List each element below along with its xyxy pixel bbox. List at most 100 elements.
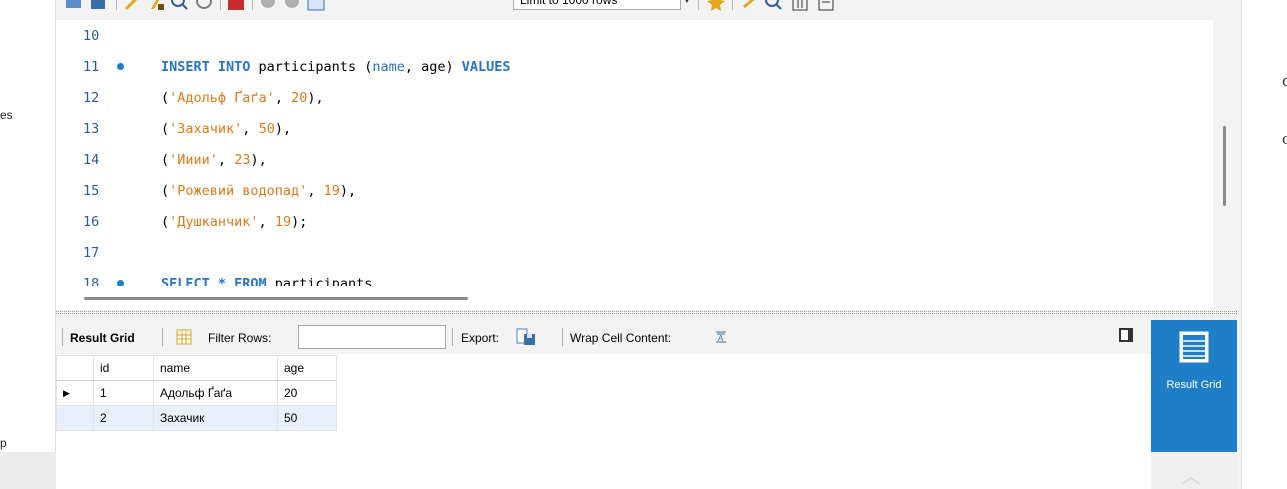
code-text: ('Рожевий водопад', 19), — [161, 183, 356, 199]
sql-punct: ); — [291, 214, 308, 230]
result-grid-side-label: Result Grid — [1151, 379, 1237, 391]
statement-marker-icon — [117, 63, 124, 70]
sql-number: 19 — [274, 214, 292, 230]
sidebar-fragment: d — [1282, 72, 1287, 90]
cell-name[interactable]: Захачик — [153, 405, 278, 431]
sql-punct: ), — [307, 90, 324, 106]
sidebar-fragment: c — [1282, 130, 1287, 148]
sql-string: 'Ииии' — [169, 152, 218, 168]
sql-punct: , — [307, 183, 324, 199]
editor-line: 17 — [56, 245, 1213, 265]
grid-view-icon[interactable] — [176, 329, 192, 345]
line-number: 18 — [83, 276, 100, 286]
result-grid[interactable]: id name age ▶ 1 Адольф Ґаґа 20 2 Захачик… — [56, 354, 1151, 489]
column-header[interactable]: id — [93, 355, 154, 381]
toolbar-separator — [698, 0, 699, 10]
editor-line: 15 ('Рожевий водопад', 19), — [56, 183, 1213, 203]
open-file-icon[interactable] — [64, 0, 84, 12]
find-icon[interactable] — [764, 0, 784, 12]
sql-punct: ( — [161, 183, 170, 199]
chevron-up-icon[interactable]: ︿ — [1181, 460, 1201, 489]
toggle-sidebar-icon[interactable] — [1119, 328, 1133, 342]
line-number: 13 — [83, 121, 100, 137]
result-grid-tab-label[interactable]: Result Grid — [70, 331, 135, 345]
current-row-arrow-icon: ▶ — [56, 380, 94, 406]
sidebar-panel: d c — [1241, 0, 1287, 489]
sql-column: name — [372, 59, 405, 75]
result-grid-side-tab[interactable]: Result Grid — [1151, 320, 1237, 452]
chevron-down-icon[interactable]: ▼ — [683, 0, 691, 5]
explain-icon[interactable] — [170, 0, 190, 12]
sql-string: 'Рожевий водопад' — [169, 183, 308, 199]
execute-current-icon[interactable] — [146, 0, 166, 12]
execute-icon[interactable] — [122, 0, 142, 12]
cell-id[interactable]: 2 — [93, 405, 154, 431]
row-indicator-header — [56, 355, 94, 381]
result-side-panel: Result Grid ︿ — [1151, 320, 1237, 489]
invisible-chars-icon[interactable] — [790, 0, 810, 12]
cell-age[interactable]: 20 — [277, 380, 337, 406]
commit-icon[interactable] — [258, 0, 278, 12]
export-icon[interactable] — [516, 328, 536, 346]
sql-punct: ), — [250, 152, 267, 168]
add-snippet-icon[interactable] — [706, 0, 726, 12]
sql-punct: , — [217, 152, 235, 168]
cell-id[interactable]: 1 — [93, 380, 154, 406]
sql-editor[interactable]: 10 11 INSERT INTO participants (name, ag… — [56, 20, 1213, 286]
sql-keyword: INSERT INTO — [161, 59, 251, 75]
line-number: 11 — [83, 59, 100, 75]
sql-text: participants — [266, 276, 373, 286]
editor-line: 12 ('Адольф Ґаґа', 20), — [56, 90, 1213, 110]
code-text: SELECT * FROM participants — [161, 276, 372, 286]
sql-punct: ( — [161, 152, 170, 168]
code-text: ('Душканчик', 19); — [161, 214, 307, 230]
line-number: 15 — [83, 183, 100, 199]
sql-punct: ), — [339, 183, 357, 199]
svg-text:A: A — [718, 334, 724, 343]
line-number: 10 — [83, 28, 100, 44]
toolbar-separator — [162, 328, 163, 346]
editor-line: 10 — [56, 28, 1213, 48]
navigator-fragment: es — [0, 108, 13, 122]
column-header[interactable]: age — [277, 355, 337, 381]
sql-punct: , — [258, 214, 275, 230]
wrap-cell-icon[interactable]: A — [714, 330, 728, 344]
code-text: ('Ииии', 23), — [161, 152, 267, 168]
wrap-lines-icon[interactable] — [816, 0, 836, 12]
table-header-row: id name age — [56, 355, 337, 381]
toolbar-separator — [252, 0, 253, 10]
code-text: ('Адольф Ґаґа', 20), — [161, 90, 324, 106]
error-toggle-icon[interactable] — [226, 0, 246, 12]
save-icon[interactable] — [88, 0, 108, 12]
sql-text: , age) — [404, 59, 462, 75]
toolbar-separator — [220, 0, 221, 10]
limit-rows-select[interactable]: Limit to 1000 rows — [513, 0, 681, 10]
toolbar-separator — [116, 0, 117, 10]
table-row[interactable]: ▶ 1 Адольф Ґаґа 20 — [56, 380, 337, 406]
panel-splitter[interactable] — [56, 311, 1237, 314]
sql-string: 'Душканчик' — [169, 214, 259, 230]
editor-line: 18 SELECT * FROM participants — [56, 276, 1213, 286]
toolbar-separator — [732, 0, 733, 10]
sql-number: 20 — [291, 90, 308, 106]
editor-vertical-scrollbar[interactable] — [1223, 126, 1226, 206]
sql-punct: , — [274, 90, 292, 106]
rollback-icon[interactable] — [282, 0, 302, 12]
stop-icon[interactable] — [194, 0, 214, 12]
editor-horizontal-scrollbar[interactable] — [84, 297, 468, 300]
filter-rows-label: Filter Rows: — [208, 331, 272, 345]
editor-line: 11 INSERT INTO participants (name, age) … — [56, 59, 1213, 79]
result-toolbar: Result Grid Filter Rows: Export: Wrap Ce… — [56, 320, 1151, 354]
line-number: 17 — [83, 245, 100, 261]
sql-string: 'Захачик' — [169, 121, 243, 137]
cell-age[interactable]: 50 — [277, 405, 337, 431]
beautify-icon[interactable] — [740, 0, 760, 12]
sql-editor-toolbar: Limit to 1000 rows ▼ — [56, 0, 1231, 18]
filter-rows-input[interactable] — [298, 325, 446, 349]
cell-name[interactable]: Адольф Ґаґа — [153, 380, 278, 406]
column-header[interactable]: name — [153, 355, 278, 381]
navigator-footer — [0, 452, 56, 489]
autocommit-icon[interactable] — [306, 0, 326, 12]
navigator-fragment: p — [0, 436, 7, 450]
table-row[interactable]: 2 Захачик 50 — [56, 405, 337, 431]
